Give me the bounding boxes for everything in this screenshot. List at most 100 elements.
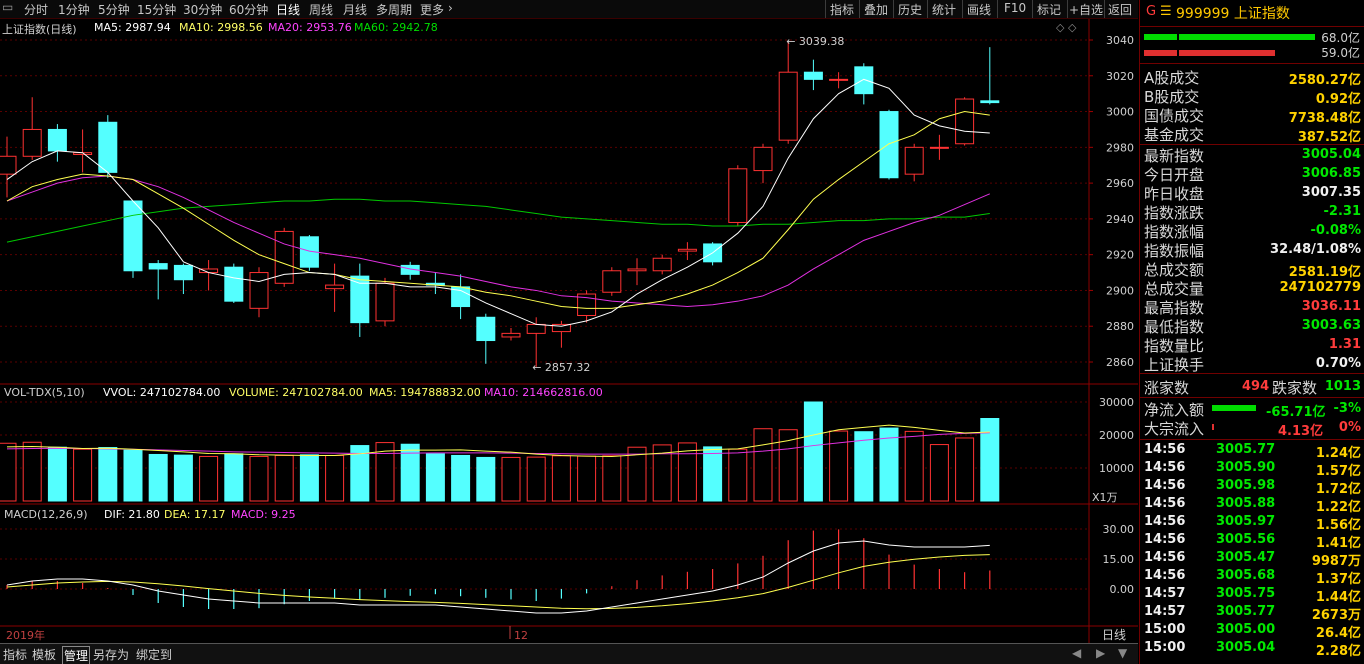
tool-button-history[interactable]: 历史 — [898, 1, 922, 18]
candle-body — [22, 128, 42, 157]
tab-indicator[interactable]: 指标 — [3, 646, 27, 663]
stat-label: 国债成交 — [1144, 107, 1205, 125]
tab-template[interactable]: 模板 — [32, 646, 56, 663]
period-button-5min[interactable]: 5分钟 — [98, 1, 130, 18]
candle — [652, 254, 672, 275]
volume-bar — [854, 431, 874, 502]
candle-body — [501, 332, 521, 338]
tick-row[interactable]: 14:56 3005.56 1.41亿 — [1140, 531, 1364, 551]
stat-value: 32.48/1.08% — [1270, 242, 1361, 257]
volume-bar — [803, 401, 823, 502]
tool-button-draw[interactable]: 画线 — [967, 1, 991, 18]
stat-value: 387.52亿 — [1297, 130, 1361, 145]
tick-row[interactable]: 14:56 3005.90 1.57亿 — [1140, 459, 1364, 479]
period-button-monthly[interactable]: 月线 — [343, 1, 367, 18]
period-button-30min[interactable]: 30分钟 — [183, 1, 222, 18]
period-button-1min[interactable]: 1分钟 — [58, 1, 90, 18]
tick-row[interactable]: 14:56 3005.47 9987万 — [1140, 549, 1364, 569]
bottom-tabbar: 指标 模板 管理 另存为 绑定到 ◀ ▶ ▼ — [0, 643, 1138, 664]
block-label: 大宗流入 — [1144, 420, 1205, 438]
stat-label: 指数涨幅 — [1144, 223, 1205, 241]
stat-label: A股成交 — [1144, 69, 1200, 87]
chevron-right-icon[interactable]: › — [448, 1, 453, 15]
tab-save-as[interactable]: 另存为 — [93, 646, 129, 663]
volume-bar — [551, 455, 571, 502]
tick-row[interactable]: 15:00 3005.00 26.4亿 — [1140, 621, 1364, 641]
stat-value: 3006.85 — [1301, 166, 1361, 181]
candle — [123, 200, 143, 278]
stat-value: 3036.11 — [1301, 299, 1361, 314]
stat-value: -0.08% — [1310, 223, 1362, 238]
tool-button-f10[interactable]: F10 — [1004, 1, 1026, 15]
tool-button-stats[interactable]: 统计 — [932, 1, 956, 18]
vol-indicator-name: VOL-TDX(5,10) — [4, 386, 85, 399]
volume-bar — [753, 428, 773, 502]
list-icon[interactable]: ☰ — [1160, 4, 1172, 19]
tab-manage[interactable]: 管理 — [62, 646, 91, 664]
volume-bar — [425, 453, 445, 502]
tool-button-mark[interactable]: 标记 — [1037, 1, 1061, 18]
candle-body — [829, 78, 849, 81]
tick-row[interactable]: 14:56 3005.97 1.56亿 — [1140, 513, 1364, 533]
candle — [627, 258, 647, 286]
scroll-left-icon[interactable]: ◀ — [1072, 646, 1081, 660]
up-count: 494 — [1242, 379, 1270, 394]
tick-row[interactable]: 14:56 3005.98 1.72亿 — [1140, 477, 1364, 497]
tick-time: 14:56 — [1144, 460, 1186, 475]
tool-button-back[interactable]: 返回 — [1108, 1, 1132, 18]
tick-price: 3005.77 — [1216, 604, 1276, 619]
volume-bar — [904, 430, 924, 502]
chart-options-icon[interactable]: ◇ ◇ — [1056, 21, 1076, 34]
candle — [955, 97, 975, 146]
candle — [728, 165, 748, 227]
stat-row: A股成交 2580.27亿 — [1140, 67, 1364, 88]
candle-body — [955, 98, 975, 145]
candle-body — [627, 268, 647, 272]
block-pct: 0% — [1338, 420, 1361, 435]
tool-button-overlay[interactable]: 叠加 — [864, 1, 888, 18]
price-tick-label: 2860 — [1106, 356, 1134, 369]
stat-label: 总成交额 — [1144, 261, 1205, 279]
period-button-weekly[interactable]: 周线 — [309, 1, 333, 18]
volume-bar — [224, 453, 244, 502]
period-button-menu[interactable]: ▭ — [2, 0, 13, 14]
tick-row[interactable]: 14:56 3005.77 1.24亿 — [1140, 441, 1364, 461]
ma60-legend: MA60: 2942.78 — [354, 21, 438, 34]
candle-body — [980, 100, 1000, 104]
period-button-fenshi[interactable]: 分时 — [24, 1, 48, 18]
ma20-line — [6, 175, 990, 308]
candle-body — [375, 282, 395, 322]
ma60-line — [6, 198, 990, 243]
tab-bind-to[interactable]: 绑定到 — [136, 646, 172, 663]
tick-time: 14:56 — [1144, 550, 1186, 565]
tool-button-indicator[interactable]: 指标 — [830, 1, 854, 18]
scroll-right-icon[interactable]: ▶ — [1096, 646, 1105, 660]
period-button-60min[interactable]: 60分钟 — [229, 1, 268, 18]
collapse-icon[interactable]: ▼ — [1118, 646, 1127, 660]
tick-row[interactable]: 14:57 3005.75 1.44亿 — [1140, 585, 1364, 605]
candle — [47, 124, 67, 162]
macd-indicator-name: MACD(12,26,9) — [4, 508, 88, 521]
volume-bar — [0, 442, 17, 502]
tick-row[interactable]: 14:57 3005.77 2673万 — [1140, 603, 1364, 623]
stat-value: 247102779 — [1279, 280, 1361, 295]
quote-header: G ☰ 999999 上证指数 — [1140, 0, 1364, 27]
down-count: 1013 — [1324, 379, 1361, 394]
period-button-multi[interactable]: 多周期 — [376, 1, 412, 18]
candle-body — [47, 128, 67, 152]
tick-row[interactable]: 15:00 3005.04 2.28亿 — [1140, 639, 1364, 659]
candle — [703, 242, 723, 266]
volume-bar — [73, 448, 93, 502]
period-button-more[interactable]: 更多 — [420, 1, 444, 18]
tick-row[interactable]: 14:56 3005.88 1.22亿 — [1140, 495, 1364, 515]
tool-button-add-favorite[interactable]: +自选 — [1069, 1, 1103, 18]
tick-row[interactable]: 14:56 3005.68 1.37亿 — [1140, 567, 1364, 587]
volume-bar — [602, 455, 622, 502]
candle — [602, 267, 622, 296]
price-tick-label: 2920 — [1106, 249, 1134, 262]
period-button-15min[interactable]: 15分钟 — [137, 1, 176, 18]
period-button-daily[interactable]: 日线 — [276, 1, 300, 18]
kline-chart[interactable]: 3040 3020 3000 2980 2960 2940 2920 2900 2880 2860… — [0, 19, 1138, 643]
candle-body — [652, 257, 672, 272]
stat-row: 最低指数 3003.63 — [1140, 316, 1364, 336]
